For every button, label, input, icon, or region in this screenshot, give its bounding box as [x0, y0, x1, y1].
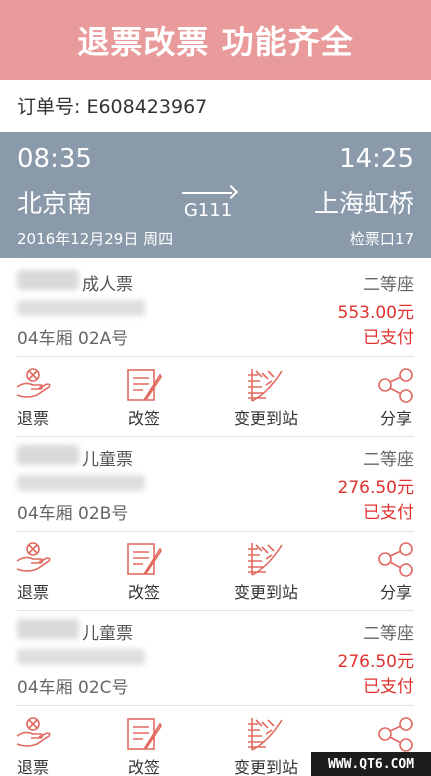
seat-number: 04车厢 02A号 [17, 329, 129, 349]
ticket-price: 276.50元 [337, 652, 414, 672]
share-button[interactable]: 分享 [376, 541, 416, 603]
refund-button[interactable]: 退票 [13, 541, 53, 603]
site-watermark: WWW.QT6.COM [311, 752, 431, 776]
ticket-actions: 退票 改签 变更到站 分享 [0, 531, 431, 611]
change-station-button[interactable]: 变更到站 [234, 716, 298, 776]
promo-banner: 退票改票 功能齐全 [0, 0, 431, 80]
id-number-blurred [17, 475, 145, 491]
change-station-label: 变更到站 [234, 758, 299, 776]
change-button[interactable]: 改签 [124, 367, 164, 429]
refund-label: 退票 [16, 758, 49, 776]
ticket-type: 成人票 [82, 275, 133, 295]
change-station-label: 变更到站 [234, 409, 299, 428]
refund-label: 退票 [16, 583, 49, 602]
change-label: 改签 [127, 583, 160, 602]
trip-info-panel: 08:35 14:25 北京南 上海虹桥 G111 2016年12月29日 周四… [0, 132, 431, 258]
share-icon [378, 542, 413, 577]
edit-document-icon [127, 369, 162, 401]
order-number: 订单号: E608423967 [17, 95, 208, 118]
change-station-button[interactable]: 变更到站 [234, 541, 298, 603]
ticket-type: 儿童票 [82, 624, 133, 644]
change-station-button[interactable]: 变更到站 [234, 367, 298, 429]
payment-status: 已支付 [363, 328, 414, 348]
share-label: 分享 [379, 409, 412, 428]
seat-class: 二等座 [363, 450, 414, 470]
arrival-time: 14:25 [339, 144, 414, 174]
passenger-name-blurred [17, 270, 79, 290]
ticket-actions: 退票 改签 变更到站 分享 [0, 357, 431, 437]
share-button[interactable]: 分享 [376, 367, 416, 429]
share-icon [378, 368, 413, 403]
id-number-blurred [17, 300, 145, 316]
share-icon [378, 717, 413, 752]
departure-time: 08:35 [17, 144, 92, 174]
travel-date: 2016年12月29日 周四 [17, 230, 174, 248]
refund-hand-icon [16, 542, 51, 572]
seat-class: 二等座 [363, 624, 414, 644]
change-label: 改签 [127, 409, 160, 428]
refund-label: 退票 [16, 409, 49, 428]
passenger-card: 儿童票 04车厢 02B号 二等座 276.50元 已支付 [0, 435, 431, 532]
seat-number: 04车厢 02C号 [17, 678, 129, 698]
refund-hand-icon [16, 717, 51, 747]
id-number-blurred [17, 649, 145, 665]
edit-document-icon [127, 718, 162, 750]
change-station-label: 变更到站 [234, 583, 299, 602]
railway-track-icon [248, 718, 283, 751]
departure-station: 北京南 [17, 189, 93, 218]
change-button[interactable]: 改签 [124, 541, 164, 603]
railway-track-icon [248, 543, 283, 576]
train-number: G111 [183, 200, 233, 221]
refund-button[interactable]: 退票 [13, 716, 53, 776]
ticket-price: 276.50元 [337, 478, 414, 498]
arrow-right-icon [176, 186, 240, 200]
arrival-station: 上海虹桥 [313, 189, 414, 218]
ticket-type: 儿童票 [82, 450, 133, 470]
passenger-card: 成人票 04车厢 02A号 二等座 553.00元 已支付 [0, 260, 431, 357]
edit-document-icon [127, 543, 162, 575]
payment-status: 已支付 [363, 503, 414, 523]
train-number-block: G111 [176, 186, 240, 221]
share-label: 分享 [379, 583, 412, 602]
refund-hand-icon [16, 368, 51, 398]
refund-button[interactable]: 退票 [13, 367, 53, 429]
seat-class: 二等座 [363, 275, 414, 295]
ticket-gate: 检票口17 [349, 230, 414, 248]
seat-number: 04车厢 02B号 [17, 504, 129, 524]
passenger-name-blurred [17, 445, 79, 465]
change-label: 改签 [127, 758, 160, 776]
ticket-price: 553.00元 [337, 303, 414, 323]
passenger-card: 儿童票 04车厢 02C号 二等座 276.50元 已支付 [0, 609, 431, 706]
payment-status: 已支付 [363, 677, 414, 697]
banner-title: 退票改票 功能齐全 [77, 23, 354, 61]
passenger-name-blurred [17, 619, 79, 639]
railway-track-icon [248, 369, 283, 402]
change-button[interactable]: 改签 [124, 716, 164, 776]
